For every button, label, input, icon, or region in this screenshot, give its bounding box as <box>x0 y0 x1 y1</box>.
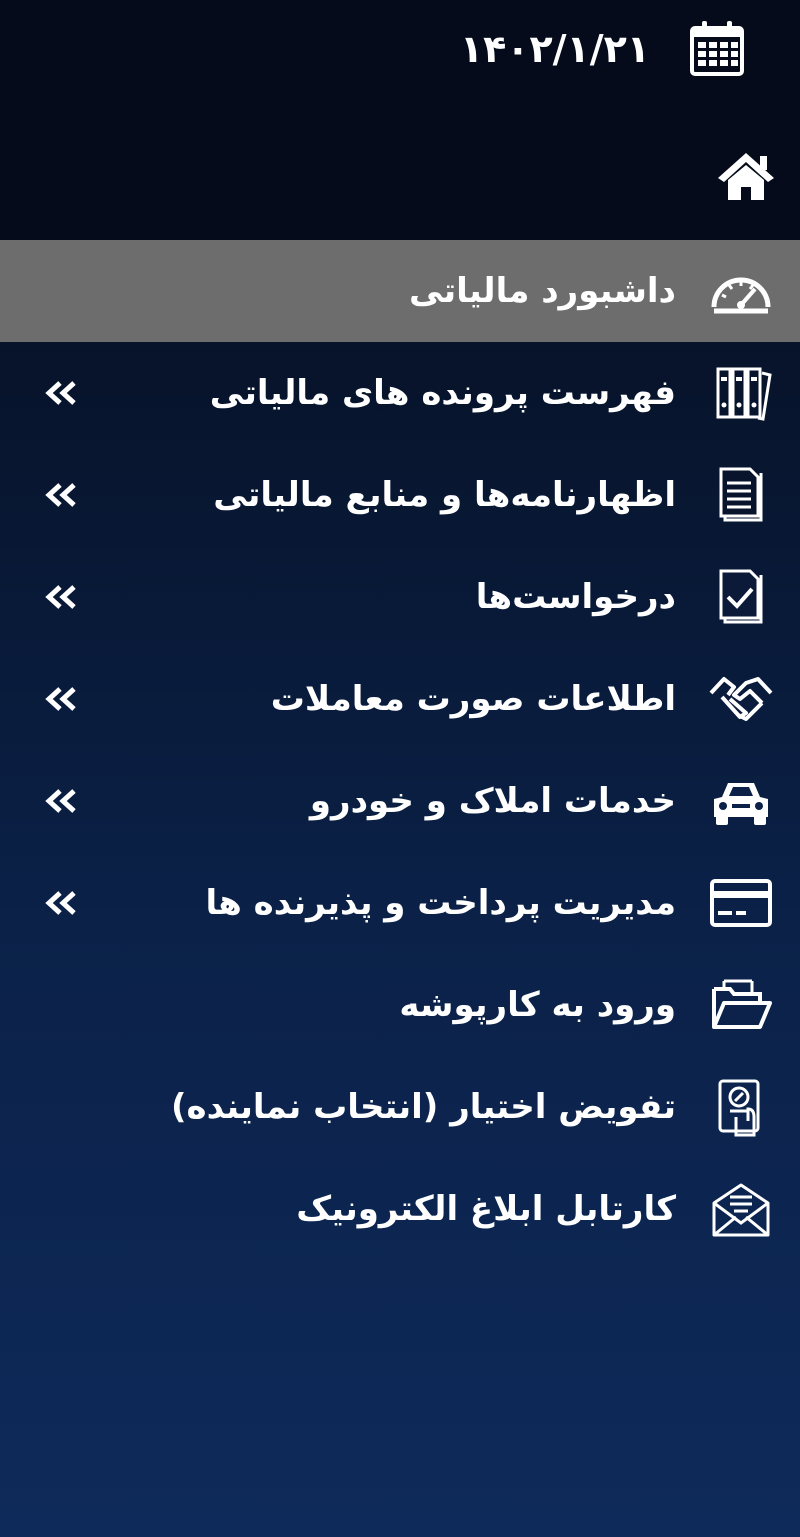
menu-item-tax-dashboard[interactable]: داشبورد مالیاتی <box>0 240 800 342</box>
menu-item-label: ورود به کارپوشه <box>399 985 676 1025</box>
envelope-icon <box>708 1179 774 1239</box>
menu-item-delegation[interactable]: تفویض اختیار (انتخاب نماینده) <box>0 1056 800 1158</box>
menu-item-label: درخواست‌ها <box>475 577 676 617</box>
menu-item-label: خدمات املاک و خودرو <box>309 781 676 821</box>
document-check-icon <box>708 567 774 627</box>
menu-item-tax-returns[interactable]: اظهارنامه‌ها و منابع مالیاتی <box>0 444 800 546</box>
delegation-icon <box>708 1077 774 1137</box>
date-display: ۱۴۰۲/۱/۲۱ <box>460 18 748 80</box>
folder-icon <box>708 975 774 1035</box>
menu-item-tax-files[interactable]: فهرست پرونده های مالیاتی <box>0 342 800 444</box>
chevron-double-left-icon <box>44 788 80 814</box>
dashboard-gauge-icon <box>708 261 774 321</box>
chevron-double-left-icon <box>44 584 80 610</box>
menu-item-label: فهرست پرونده های مالیاتی <box>209 373 676 413</box>
top-header: ۱۴۰۲/۱/۲۱ <box>0 0 800 240</box>
document-icon <box>708 465 774 525</box>
menu-item-requests[interactable]: درخواست‌ها <box>0 546 800 648</box>
menu-item-property-car[interactable]: خدمات املاک و خودرو <box>0 750 800 852</box>
menu-item-label: اظهارنامه‌ها و منابع مالیاتی <box>213 475 676 515</box>
menu-item-transactions[interactable]: اطلاعات صورت معاملات <box>0 648 800 750</box>
calendar-icon[interactable] <box>686 18 748 80</box>
menu-item-label: داشبورد مالیاتی <box>409 271 676 311</box>
credit-card-icon <box>708 873 774 933</box>
handshake-icon <box>708 669 774 729</box>
chevron-double-left-icon <box>44 686 80 712</box>
menu-item-label: مدیریت پرداخت و پذیرنده ها <box>205 883 676 923</box>
home-icon[interactable] <box>716 150 776 202</box>
menu-item-label: تفویض اختیار (انتخاب نماینده) <box>171 1087 676 1127</box>
chevron-double-left-icon <box>44 890 80 916</box>
chevron-double-left-icon <box>44 482 80 508</box>
chevron-double-left-icon <box>44 380 80 406</box>
menu-item-label: کارتابل ابلاغ الکترونیک <box>296 1189 676 1229</box>
current-date: ۱۴۰۲/۱/۲۱ <box>459 27 650 71</box>
menu-item-payment[interactable]: مدیریت پرداخت و پذیرنده ها <box>0 852 800 954</box>
car-icon <box>708 771 774 831</box>
side-menu: داشبورد مالیاتی فهرست پرونده های مالیاتی <box>0 240 800 1260</box>
menu-item-workfolder[interactable]: ورود به کارپوشه <box>0 954 800 1056</box>
menu-item-label: اطلاعات صورت معاملات <box>270 679 676 719</box>
binders-icon <box>708 363 774 423</box>
menu-item-e-notification[interactable]: کارتابل ابلاغ الکترونیک <box>0 1158 800 1260</box>
